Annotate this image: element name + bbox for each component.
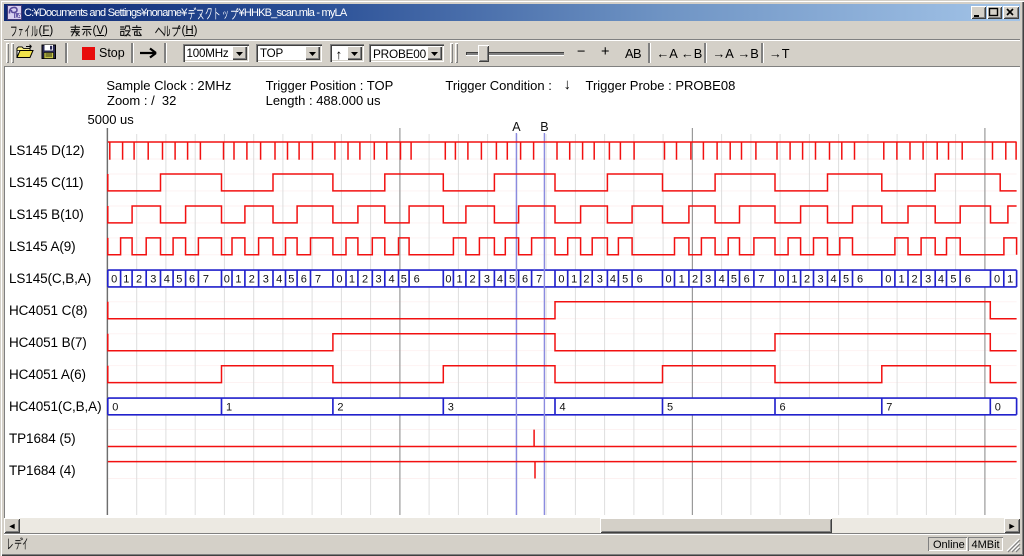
svg-text:1: 1 xyxy=(898,274,904,286)
svg-text:5: 5 xyxy=(622,274,628,286)
svg-text:6: 6 xyxy=(414,274,420,286)
svg-text:1: 1 xyxy=(235,274,241,286)
svg-text:5: 5 xyxy=(401,274,407,286)
svg-text:4: 4 xyxy=(560,402,566,414)
svg-text:1: 1 xyxy=(349,274,355,286)
svg-text:3: 3 xyxy=(448,402,454,414)
svg-text:2: 2 xyxy=(249,274,255,286)
svg-text:6: 6 xyxy=(522,274,528,286)
svg-text:0: 0 xyxy=(995,402,1001,414)
svg-text:2: 2 xyxy=(470,274,476,286)
svg-text:0: 0 xyxy=(224,274,230,286)
svg-text:1: 1 xyxy=(791,274,797,286)
svg-text:0: 0 xyxy=(558,274,564,286)
svg-text:7: 7 xyxy=(886,402,892,414)
svg-text:2: 2 xyxy=(136,274,142,286)
svg-text:1: 1 xyxy=(457,274,463,286)
svg-text:7: 7 xyxy=(758,274,764,286)
svg-text:5: 5 xyxy=(667,402,673,414)
svg-text:6: 6 xyxy=(301,274,307,286)
svg-text:1: 1 xyxy=(679,274,685,286)
svg-text:5: 5 xyxy=(509,274,515,286)
svg-text:0: 0 xyxy=(445,274,451,286)
svg-text:A: A xyxy=(512,120,521,134)
svg-text:0: 0 xyxy=(885,274,891,286)
svg-text:6: 6 xyxy=(637,274,643,286)
svg-text:1: 1 xyxy=(571,274,577,286)
svg-text:6: 6 xyxy=(189,274,195,286)
svg-text:4: 4 xyxy=(938,274,944,286)
svg-text:1: 1 xyxy=(226,402,232,414)
svg-text:5: 5 xyxy=(176,274,182,286)
svg-text:0: 0 xyxy=(778,274,784,286)
svg-text:5: 5 xyxy=(731,274,737,286)
svg-text:7: 7 xyxy=(536,274,542,286)
svg-text:2: 2 xyxy=(911,274,917,286)
svg-text:3: 3 xyxy=(925,274,931,286)
svg-text:3: 3 xyxy=(150,274,156,286)
svg-text:3: 3 xyxy=(817,274,823,286)
svg-text:3: 3 xyxy=(705,274,711,286)
svg-text:7: 7 xyxy=(203,274,209,286)
svg-text:6: 6 xyxy=(965,274,971,286)
svg-text:4: 4 xyxy=(610,274,616,286)
svg-text:4: 4 xyxy=(719,274,725,286)
svg-text:0: 0 xyxy=(111,274,117,286)
svg-text:4: 4 xyxy=(389,274,395,286)
svg-text:2: 2 xyxy=(804,274,810,286)
svg-text:3: 3 xyxy=(263,274,269,286)
svg-text:B: B xyxy=(540,120,548,134)
svg-text:0: 0 xyxy=(994,274,1000,286)
svg-text:5: 5 xyxy=(843,274,849,286)
svg-text:5: 5 xyxy=(288,274,294,286)
svg-text:2: 2 xyxy=(583,274,589,286)
svg-text:7: 7 xyxy=(315,274,321,286)
svg-text:4: 4 xyxy=(164,274,170,286)
svg-text:6: 6 xyxy=(780,402,786,414)
svg-text:5: 5 xyxy=(950,274,956,286)
svg-text:0: 0 xyxy=(665,274,671,286)
svg-text:3: 3 xyxy=(484,274,490,286)
svg-text:1: 1 xyxy=(123,274,129,286)
svg-text:2: 2 xyxy=(337,402,343,414)
svg-text:4: 4 xyxy=(831,274,837,286)
svg-text:2: 2 xyxy=(692,274,698,286)
svg-text:0: 0 xyxy=(336,274,342,286)
svg-text:1: 1 xyxy=(1007,274,1013,286)
svg-text:4: 4 xyxy=(497,274,503,286)
svg-text:3: 3 xyxy=(597,274,603,286)
svg-text:4: 4 xyxy=(276,274,282,286)
svg-text:6: 6 xyxy=(744,274,750,286)
svg-text:3: 3 xyxy=(375,274,381,286)
svg-text:0: 0 xyxy=(112,402,118,414)
svg-text:6: 6 xyxy=(857,274,863,286)
svg-text:2: 2 xyxy=(362,274,368,286)
